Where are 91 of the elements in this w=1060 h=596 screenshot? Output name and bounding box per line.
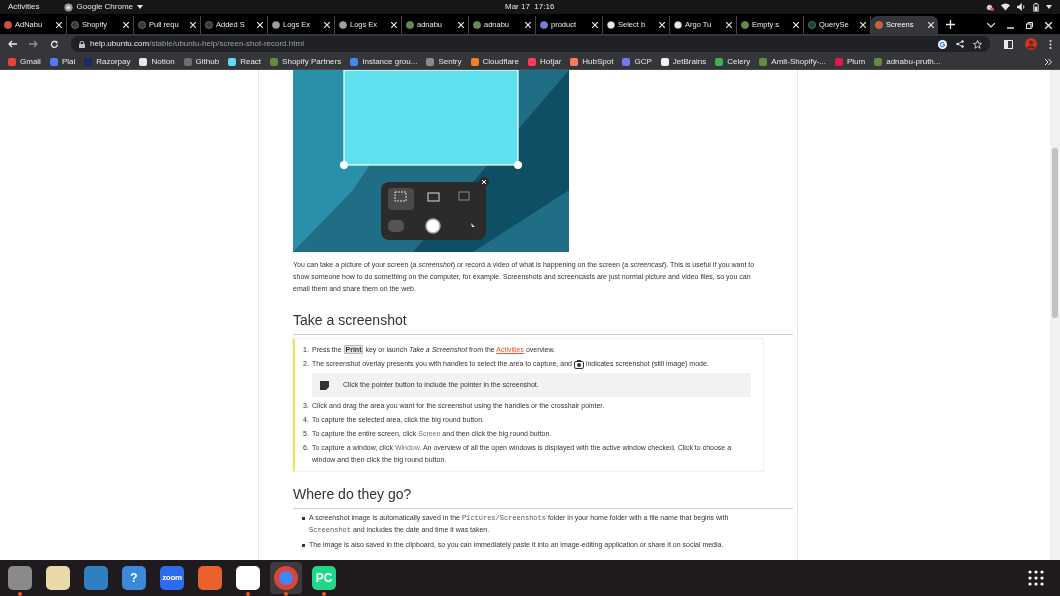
- close-icon[interactable]: [928, 22, 934, 28]
- paw-icon[interactable]: [985, 2, 994, 12]
- google-icon[interactable]: [938, 39, 947, 49]
- bookmark[interactable]: Plai: [49, 55, 76, 68]
- favicon-icon: [473, 21, 481, 29]
- caret-icon: [137, 5, 144, 9]
- bookmark[interactable]: Shopify Partners: [270, 55, 342, 68]
- close-icon[interactable]: [190, 22, 196, 28]
- app-icon: [46, 566, 70, 590]
- scrollbar-thumb[interactable]: [1052, 148, 1058, 318]
- favicon-icon: [741, 21, 749, 29]
- note-icon: [320, 380, 329, 390]
- close-icon[interactable]: [659, 22, 665, 28]
- close-icon[interactable]: [860, 22, 866, 28]
- restore-icon[interactable]: [1026, 22, 1033, 29]
- bookmark[interactable]: Hotjar: [528, 55, 562, 68]
- app-menu[interactable]: Google Chrome: [63, 1, 144, 13]
- bookmark[interactable]: Plum: [835, 55, 866, 68]
- side-panel-icon[interactable]: [1004, 39, 1013, 49]
- lock-icon: [79, 40, 85, 48]
- bookmark[interactable]: Amit-Shopify-...: [759, 55, 826, 68]
- favicon-icon: [808, 21, 816, 29]
- new-tab-icon[interactable]: [946, 20, 955, 29]
- share-icon[interactable]: [956, 40, 964, 48]
- close-icon[interactable]: [257, 22, 263, 28]
- favicon-icon: [339, 21, 347, 29]
- favicon-icon: [4, 21, 12, 29]
- bookmark[interactable]: adnabu-pruth...: [874, 55, 941, 68]
- bookmark[interactable]: Notion: [139, 55, 175, 68]
- bookmark[interactable]: Gmail: [8, 55, 41, 68]
- bookmark[interactable]: Celery: [715, 55, 751, 68]
- app-grid-icon[interactable]: [1028, 570, 1044, 586]
- chevron-down-icon[interactable]: [987, 23, 995, 28]
- close-icon[interactable]: [525, 22, 531, 28]
- bookmark[interactable]: JetBrains: [660, 55, 707, 68]
- favicon-icon: [607, 21, 615, 29]
- reload-icon[interactable]: [50, 39, 59, 49]
- activities-button[interactable]: Activities: [8, 1, 40, 13]
- camera-icon: [573, 359, 584, 369]
- favicon-icon: [272, 21, 280, 29]
- favicon-icon: [138, 21, 146, 29]
- favicon-icon: [875, 21, 883, 29]
- bullet-icon: [302, 517, 305, 520]
- close-icon[interactable]: [793, 22, 799, 28]
- avatar-icon[interactable]: [1025, 38, 1037, 50]
- bookmark[interactable]: Cloudflare: [470, 55, 519, 68]
- speaker-icon[interactable]: [1017, 3, 1026, 11]
- scrollbar[interactable]: [1050, 70, 1060, 560]
- close-icon[interactable]: [458, 22, 464, 28]
- star-icon[interactable]: [973, 39, 982, 49]
- favicon-icon: [71, 21, 79, 29]
- bookmark[interactable]: GCP: [622, 55, 652, 68]
- bookmark[interactable]: Instance grou...: [350, 55, 418, 68]
- bookmark[interactable]: React: [228, 55, 262, 68]
- app-icon: [63, 2, 73, 12]
- menu-icon[interactable]: [1049, 39, 1052, 49]
- favicon-icon: [540, 21, 548, 29]
- app-icon: [236, 566, 260, 590]
- close-icon[interactable]: [592, 22, 598, 28]
- back-icon[interactable]: [8, 40, 17, 48]
- close-icon[interactable]: [123, 22, 129, 28]
- close-icon[interactable]: [391, 22, 397, 28]
- more-bookmarks-icon[interactable]: [1045, 58, 1052, 65]
- favicon-icon: [674, 21, 682, 29]
- close-icon[interactable]: [726, 22, 732, 28]
- running-indicator: [284, 592, 288, 596]
- bookmark[interactable]: Sentry: [426, 55, 462, 68]
- section-heading: Where do they go?: [293, 485, 413, 503]
- favicon-icon: [406, 21, 414, 29]
- bookmark[interactable]: Github: [183, 55, 220, 68]
- bookmark[interactable]: HubSpot: [570, 55, 614, 68]
- bookmark[interactable]: Razorpay: [84, 55, 131, 68]
- close-icon[interactable]: [324, 22, 330, 28]
- section-heading: Take a screenshot: [293, 311, 408, 329]
- bullet-icon: [302, 544, 305, 547]
- app-icon: [198, 566, 222, 590]
- wifi-icon[interactable]: [1001, 3, 1010, 11]
- clock[interactable]: Mar 17 17:16: [505, 1, 555, 13]
- address-field[interactable]: help.ubuntu.com/stable/ubuntu-help/screen-shot-record.html: [71, 36, 990, 52]
- close-icon[interactable]: [1045, 22, 1052, 29]
- running-indicator: [322, 592, 326, 596]
- app-icon: [274, 566, 298, 590]
- app-icon: [84, 566, 108, 590]
- caret-icon[interactable]: [1046, 5, 1052, 9]
- close-icon[interactable]: [56, 22, 62, 28]
- battery-icon[interactable]: [1033, 2, 1039, 12]
- running-indicator: [18, 592, 22, 596]
- forward-icon[interactable]: [29, 40, 38, 48]
- favicon-icon: [205, 21, 213, 29]
- running-indicator: [246, 592, 250, 596]
- app-icon: [8, 566, 32, 590]
